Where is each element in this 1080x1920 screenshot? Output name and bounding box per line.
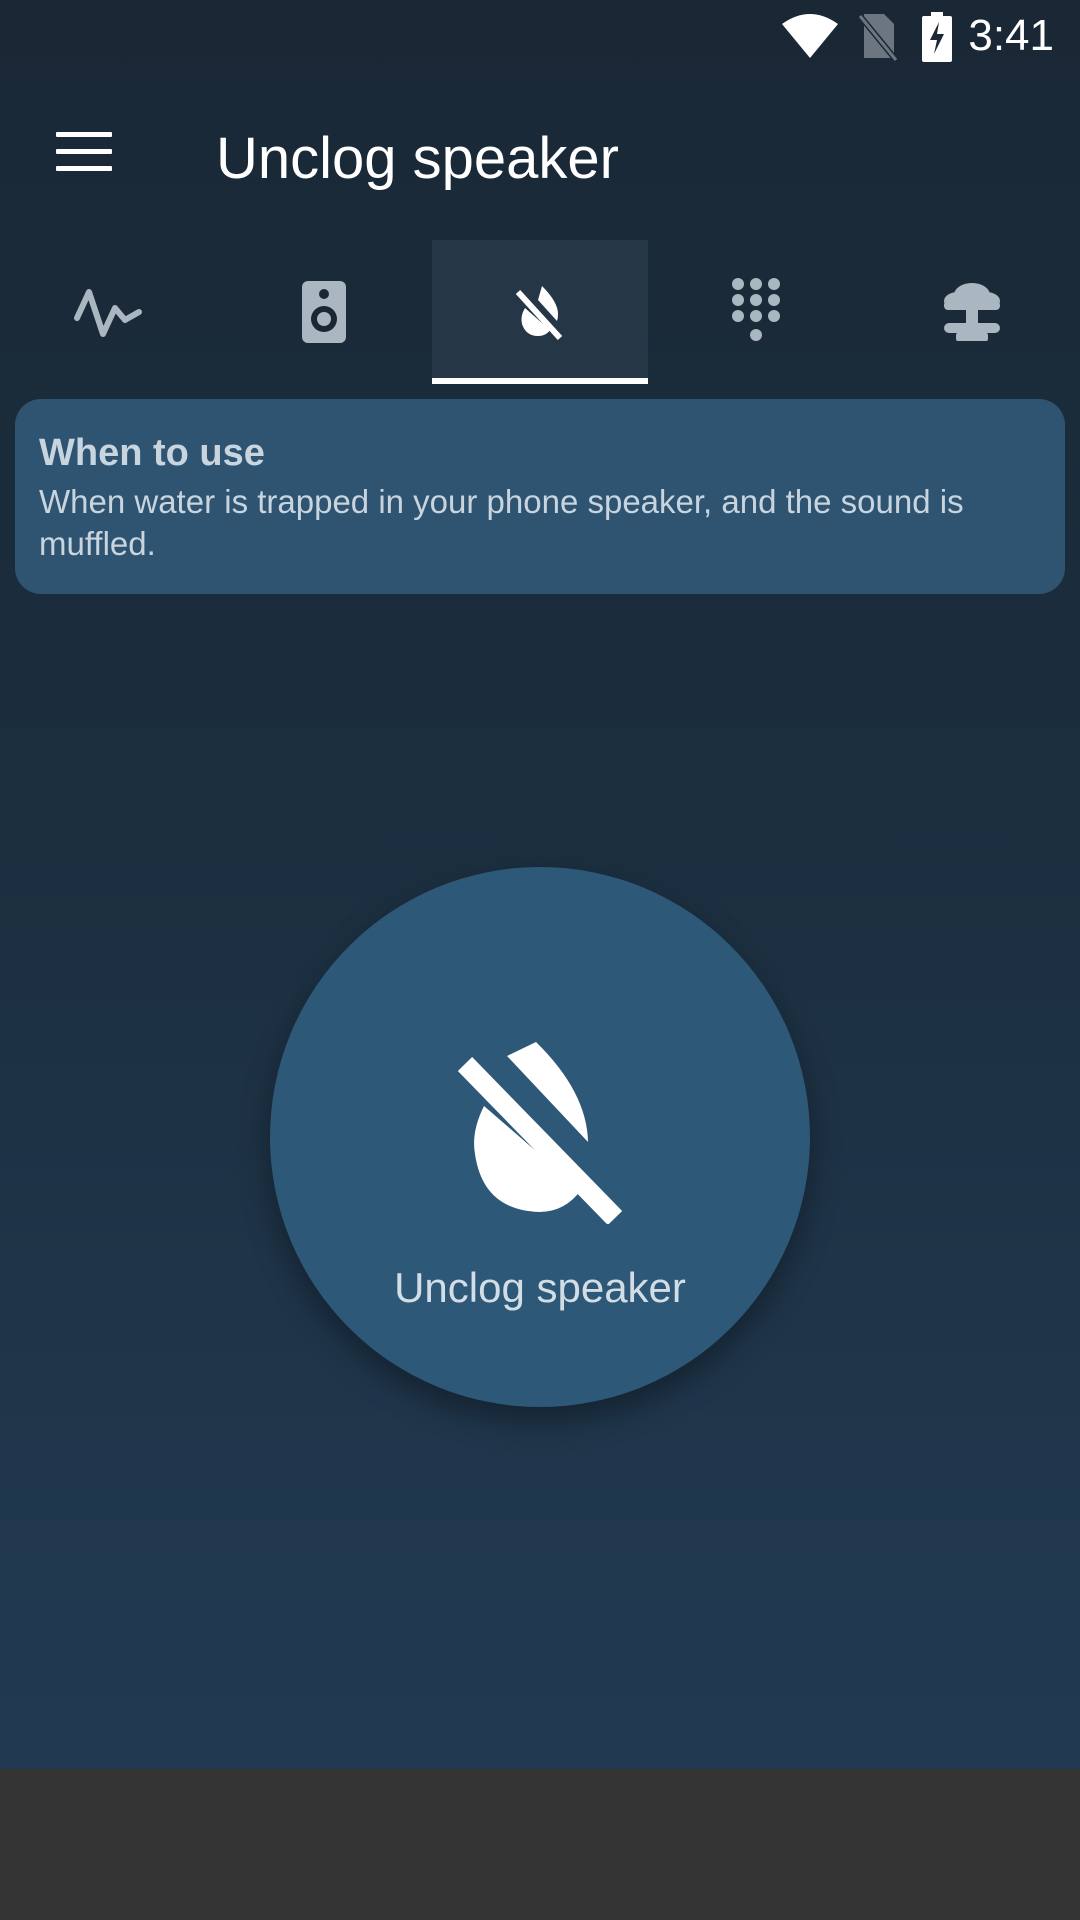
explosion-icon <box>944 283 1000 341</box>
wifi-icon <box>782 14 838 58</box>
waveform-icon <box>74 289 142 337</box>
app-bar: Unclog speaker <box>0 72 1080 240</box>
water-off-icon <box>457 1042 623 1224</box>
no-sim-icon <box>858 14 898 62</box>
info-text: When water is trapped in your phone spea… <box>39 483 964 562</box>
battery-charging-icon <box>922 12 952 62</box>
water-off-icon <box>515 286 563 340</box>
unclog-speaker-label: Unclog speaker <box>394 1264 686 1311</box>
app-screen: 3:41 Unclog speaker When to use When wat… <box>0 0 1080 1769</box>
unclog-speaker-button[interactable]: Unclog speaker <box>270 867 810 1407</box>
tab-explosion[interactable] <box>864 240 1080 384</box>
speaker-icon <box>302 281 346 343</box>
dialpad-icon <box>732 278 780 341</box>
info-title: When to use <box>39 432 265 474</box>
tab-unclog[interactable] <box>432 240 648 384</box>
tab-bar <box>0 240 1080 384</box>
tab-speaker[interactable] <box>216 240 432 384</box>
page-title: Unclog speaker <box>216 126 619 191</box>
tab-dialpad[interactable] <box>648 240 864 384</box>
tab-waveform[interactable] <box>0 240 216 384</box>
info-card: When to use When water is trapped in you… <box>15 399 1065 594</box>
status-time: 3:41 <box>968 11 1054 60</box>
menu-button[interactable] <box>38 112 132 192</box>
status-bar: 3:41 <box>0 0 1080 72</box>
navigation-bar <box>0 1769 1080 1920</box>
